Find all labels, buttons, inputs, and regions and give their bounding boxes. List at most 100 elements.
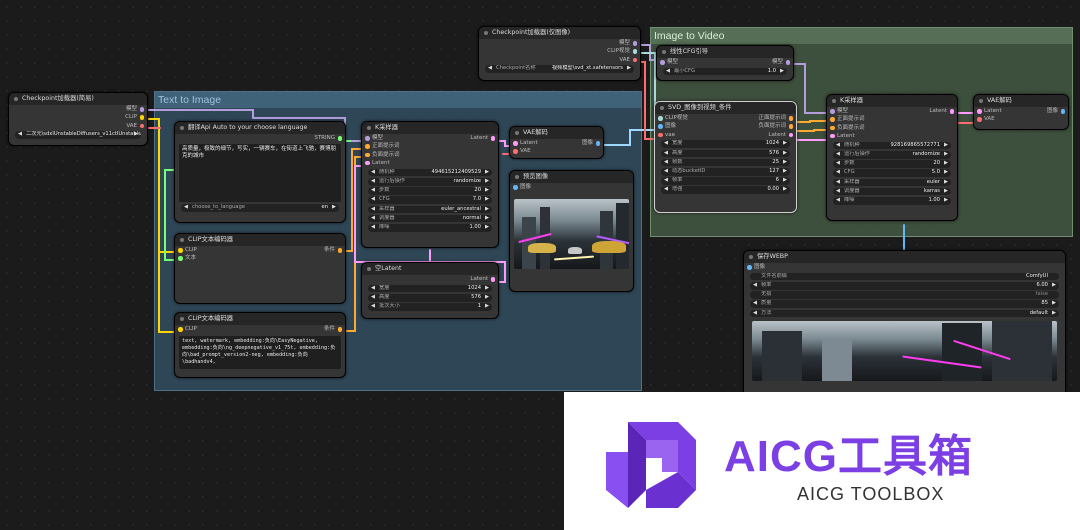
input-socket-positive[interactable] [365, 144, 370, 149]
arrow-left-icon[interactable]: ◀ [836, 151, 840, 159]
output-socket-conditioning[interactable] [337, 248, 342, 253]
node-vae-decode-video[interactable]: VAE解码 Latent 图像 VAE [973, 94, 1069, 130]
node-ksampler-video[interactable]: K采样器 模型 Latent 正面提示词 负面提示词 Latent ◀ 随机种 928… [826, 94, 958, 221]
arrow-left-icon[interactable]: ◀ [753, 282, 757, 290]
input-socket-image[interactable] [513, 185, 518, 190]
output-socket-vae[interactable] [632, 57, 637, 63]
input-socket-model[interactable] [365, 136, 370, 141]
arrow-left-icon[interactable]: ◀ [666, 68, 670, 76]
arrow-right-icon[interactable]: ▶ [783, 177, 787, 185]
saved-webp-preview[interactable] [752, 321, 1057, 382]
arrow-right-icon[interactable]: ▶ [1052, 300, 1056, 308]
widget-scheduler[interactable]: ◀ 调度器 karras ▶ [833, 187, 951, 196]
node-linear-cfg-guidance[interactable]: 线性CFG引导 模型 模型 ◀ 最小CFG 1.0 ▶ [656, 45, 794, 81]
widget-filename-prefix[interactable]: 文件名前缀 ComfyUI [750, 272, 1059, 281]
output-socket-positive[interactable] [788, 116, 793, 121]
arrow-left-icon[interactable]: ◀ [664, 159, 668, 167]
widget-height[interactable]: ◀ 高度 576 ▶ [368, 294, 492, 302]
arrow-left-icon[interactable]: ◀ [753, 300, 757, 308]
arrow-right-icon[interactable]: ▶ [780, 68, 784, 76]
arrow-left-icon[interactable]: ◀ [664, 140, 668, 148]
arrow-left-icon[interactable]: ◀ [836, 142, 840, 150]
arrow-left-icon[interactable]: ◀ [18, 131, 22, 139]
widget-video-frames[interactable]: ◀ 帧数 25 ▶ [661, 158, 790, 167]
arrow-right-icon[interactable]: ▶ [783, 140, 787, 148]
node-svd-img2vid-conditioning[interactable]: SVD_图像到视频_条件 CLIP视觉 正面提示词 图像 负面提示词 vae Late… [654, 101, 797, 213]
arrow-left-icon[interactable]: ◀ [371, 224, 375, 232]
output-socket-model[interactable] [139, 107, 144, 112]
arrow-right-icon[interactable]: ▶ [485, 303, 489, 311]
input-socket-model[interactable] [660, 60, 665, 65]
widget-fps[interactable]: ◀ 帧率 6.00 ▶ [750, 282, 1059, 290]
node-translate-api[interactable]: 翻译Api Auto to your choose language STRIN… [174, 121, 346, 223]
widget-cfg[interactable]: ◀ CFG 7.0 ▶ [368, 196, 492, 204]
arrow-left-icon[interactable]: ◀ [371, 178, 375, 186]
widget-augmentation-level[interactable]: ◀ 增强 0.00 ▶ [661, 186, 790, 195]
input-socket-negative[interactable] [830, 125, 835, 131]
arrow-left-icon[interactable]: ◀ [836, 179, 840, 187]
arrow-left-icon[interactable]: ◀ [371, 206, 375, 214]
arrow-right-icon[interactable]: ▶ [485, 285, 489, 293]
input-socket-clip[interactable] [178, 248, 183, 253]
arrow-left-icon[interactable]: ◀ [371, 169, 375, 177]
output-socket-model[interactable] [632, 41, 637, 46]
input-socket-clip-vision[interactable] [658, 116, 663, 121]
widget-denoise[interactable]: ◀ 降噪 1.00 ▶ [368, 223, 492, 232]
arrow-right-icon[interactable]: ▶ [485, 196, 489, 204]
arrow-right-icon[interactable]: ▶ [1052, 282, 1056, 290]
output-socket-conditioning[interactable] [337, 327, 342, 332]
arrow-right-icon[interactable]: ▶ [944, 188, 948, 196]
node-save-webp[interactable]: 保存WEBP 图像 文件名前缀 ComfyUI ◀ 帧率 6.00 ▶ 无损 false … [743, 250, 1066, 400]
input-socket-image[interactable] [747, 265, 752, 270]
node-empty-latent[interactable]: 空Latent Latent ◀ 宽度 1024 ▶ ◀ 高度 576 ▶ ◀ 批次大小 1 ▶ [361, 262, 499, 319]
arrow-left-icon[interactable]: ◀ [184, 204, 188, 212]
arrow-left-icon[interactable]: ◀ [836, 169, 840, 177]
arrow-right-icon[interactable]: ▶ [134, 131, 138, 139]
arrow-right-icon[interactable]: ▶ [485, 169, 489, 177]
widget-sampler[interactable]: ◀ 采样器 euler ▶ [833, 178, 951, 187]
prompt-textarea[interactable]: 高质量，极致的细节，写实，一辆赛车，在街道上飞驰，赛博朋克的城市 [179, 144, 341, 203]
widget-steps[interactable]: ◀ 步数 20 ▶ [833, 160, 951, 168]
arrow-right-icon[interactable]: ▶ [485, 215, 489, 223]
widget-seed[interactable]: ◀ 随机种 928169865572771 ▶ [833, 141, 951, 150]
input-socket-image[interactable] [658, 124, 663, 129]
node-vae-decode[interactable]: VAE解码 Latent 图像 VAE [509, 126, 604, 159]
output-socket-image[interactable] [1060, 109, 1065, 114]
arrow-left-icon[interactable]: ◀ [371, 196, 375, 204]
arrow-left-icon[interactable]: ◀ [371, 215, 375, 223]
widget-seed[interactable]: ◀ 随机种 494615212409529 ▶ [368, 168, 492, 177]
arrow-left-icon[interactable]: ◀ [664, 177, 668, 185]
arrow-right-icon[interactable]: ▶ [944, 151, 948, 159]
widget-width[interactable]: ◀ 宽度 1024 ▶ [661, 140, 790, 149]
arrow-left-icon[interactable]: ◀ [664, 168, 668, 176]
output-socket-latent[interactable] [490, 277, 495, 282]
arrow-right-icon[interactable]: ▶ [944, 142, 948, 150]
input-socket-positive[interactable] [830, 117, 835, 122]
arrow-right-icon[interactable]: ▶ [1052, 310, 1056, 318]
input-socket-latent[interactable] [365, 160, 370, 166]
input-socket-text[interactable] [178, 256, 183, 261]
node-preview-image[interactable]: 预览图像 图像 [509, 170, 634, 292]
widget-fps[interactable]: ◀ 帧率 6 ▶ [661, 177, 790, 185]
output-socket-string[interactable] [337, 136, 342, 141]
output-socket-clip[interactable] [139, 115, 144, 120]
arrow-left-icon[interactable]: ◀ [371, 294, 375, 302]
arrow-right-icon[interactable]: ▶ [783, 168, 787, 176]
output-socket-vae[interactable] [139, 123, 144, 129]
node-clip-text-encode-negative[interactable]: CLIP文本编码器 CLIP 条件 text, watermark, embedd… [174, 312, 346, 378]
arrow-right-icon[interactable]: ▶ [783, 150, 787, 158]
arrow-right-icon[interactable]: ▶ [944, 160, 948, 168]
input-socket-negative[interactable] [365, 152, 370, 158]
arrow-left-icon[interactable]: ◀ [664, 186, 668, 194]
preview-image-output[interactable] [514, 199, 629, 270]
output-socket-image[interactable] [595, 141, 600, 146]
arrow-right-icon[interactable]: ▶ [485, 294, 489, 302]
arrow-left-icon[interactable]: ◀ [371, 187, 375, 195]
input-socket-clip[interactable] [178, 327, 183, 332]
widget-quality[interactable]: ◀ 质量 85 ▶ [750, 300, 1059, 309]
widget-batch-size[interactable]: ◀ 批次大小 1 ▶ [368, 303, 492, 311]
widget-motion-bucket-id[interactable]: ◀ 动态bucketID 127 ▶ [661, 168, 790, 176]
input-socket-vae[interactable] [658, 132, 663, 138]
arrow-left-icon[interactable]: ◀ [836, 188, 840, 196]
negative-prompt-textarea[interactable]: text, watermark, embedding:负向\EasyNegati… [179, 336, 341, 370]
